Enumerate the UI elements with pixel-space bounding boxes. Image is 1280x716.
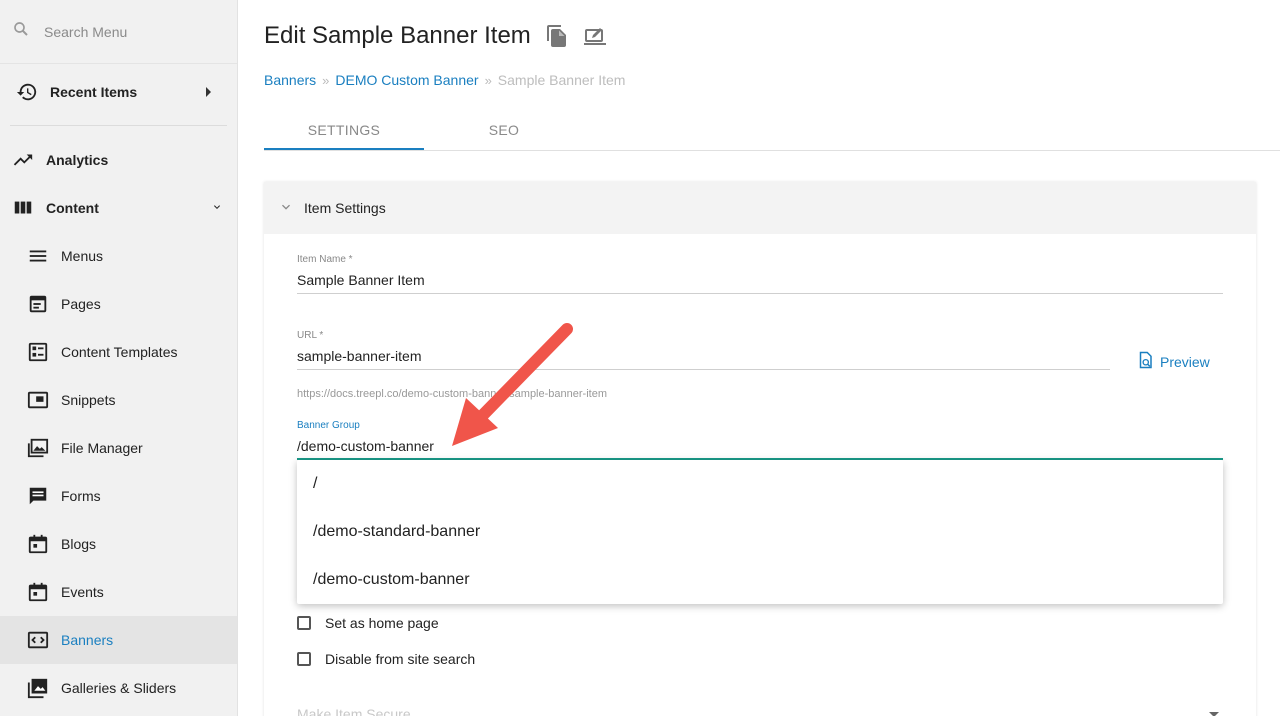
- dropdown-option[interactable]: /: [297, 460, 1223, 508]
- disable-search-label: Disable from site search: [325, 651, 476, 667]
- url-underline: [297, 369, 1110, 370]
- title-row: Edit Sample Banner Item: [264, 22, 607, 50]
- sidebar-item-label: Blogs: [61, 536, 97, 552]
- sidebar-item-events[interactable]: Events: [0, 568, 237, 616]
- sidebar-item-analytics[interactable]: Analytics: [0, 136, 237, 184]
- breadcrumb: Banners » DEMO Custom Banner » Sample Ba…: [264, 72, 625, 88]
- image-folder-icon: [27, 437, 49, 459]
- breadcrumb-banners[interactable]: Banners: [264, 72, 316, 88]
- url-field[interactable]: sample-banner-item: [297, 348, 422, 364]
- item-name-underline: [297, 293, 1223, 294]
- sidebar-item-label: Galleries & Sliders: [61, 680, 177, 696]
- recent-items-label: Recent Items: [50, 84, 138, 100]
- disable-search-row[interactable]: Disable from site search: [297, 651, 475, 667]
- copy-icon[interactable]: [545, 24, 569, 48]
- chat-form-icon: [27, 485, 49, 507]
- item-name-label: Item Name *: [297, 254, 353, 265]
- sidebar-item-menus[interactable]: Menus: [0, 232, 237, 280]
- make-item-secure-select[interactable]: Make Item Secure: [297, 706, 411, 716]
- sidebar-item-pages[interactable]: Pages: [0, 280, 237, 328]
- search-input[interactable]: [44, 23, 214, 40]
- dropdown-arrow-icon: [1209, 712, 1219, 716]
- sidebar-item-label: File Manager: [61, 440, 143, 456]
- chevron-down-icon: [278, 199, 294, 218]
- columns-icon: [12, 197, 34, 219]
- sidebar-item-blogs[interactable]: Blogs: [0, 520, 237, 568]
- page-title: Edit Sample Banner Item: [264, 22, 531, 49]
- preview-button[interactable]: Preview: [1136, 351, 1210, 372]
- sidebar: Recent Items Analytics Content Menus Pag…: [0, 0, 238, 716]
- sidebar-item-label: Content: [46, 200, 99, 216]
- sidebar-item-label: Menus: [61, 248, 104, 264]
- sidebar-item-label: Events: [61, 584, 104, 600]
- edit-screen-icon[interactable]: [583, 24, 607, 48]
- sidebar-item-label: Snippets: [61, 392, 116, 408]
- sidebar-divider: [10, 125, 227, 126]
- preview-file-icon: [1136, 351, 1154, 372]
- dropdown-option[interactable]: /demo-standard-banner: [297, 508, 1223, 556]
- tab-seo[interactable]: SEO: [424, 108, 584, 150]
- tab-bar: SETTINGS SEO: [264, 108, 1280, 151]
- page-icon: [27, 293, 49, 315]
- sidebar-item-file-manager[interactable]: File Manager: [0, 424, 237, 472]
- sidebar-item-label: Content Templates: [61, 344, 178, 360]
- banner-group-label: Banner Group: [297, 420, 360, 431]
- caret-right-icon: [206, 87, 211, 97]
- main-content: Edit Sample Banner Item Banners » DEMO C…: [239, 0, 1280, 716]
- url-hint: https://docs.treepl.co/demo-custom-banne…: [297, 388, 607, 400]
- sidebar-item-label: Banners: [61, 632, 114, 648]
- chevron-down-icon: [211, 200, 223, 216]
- url-label: URL *: [297, 330, 324, 341]
- home-page-label: Set as home page: [325, 615, 439, 631]
- breadcrumb-demo-custom-banner[interactable]: DEMO Custom Banner: [335, 72, 478, 88]
- search-bar: [0, 0, 237, 64]
- item-settings-card: Item Settings Item Name * Sample Banner …: [264, 182, 1256, 716]
- breadcrumb-separator: »: [484, 72, 492, 88]
- item-name-field[interactable]: Sample Banner Item: [297, 272, 425, 288]
- snippet-icon: [27, 389, 49, 411]
- banner-group-select[interactable]: /demo-custom-banner: [297, 438, 434, 454]
- tab-settings[interactable]: SETTINGS: [264, 108, 424, 150]
- breadcrumb-separator: »: [322, 72, 330, 88]
- menu-lines-icon: [27, 245, 49, 267]
- template-icon: [27, 341, 49, 363]
- sidebar-item-label: Pages: [61, 296, 101, 312]
- sidebar-item-galleries[interactable]: Galleries & Sliders: [0, 664, 237, 712]
- sidebar-item-snippets[interactable]: Snippets: [0, 376, 237, 424]
- disable-search-checkbox[interactable]: [297, 652, 311, 666]
- preview-label: Preview: [1160, 353, 1210, 370]
- calendar-icon: [27, 533, 49, 555]
- banner-group-dropdown: / /demo-standard-banner /demo-custom-ban…: [297, 460, 1223, 604]
- dropdown-option[interactable]: /demo-custom-banner: [297, 556, 1223, 604]
- calendar-icon: [27, 581, 49, 603]
- trending-up-icon: [12, 149, 34, 171]
- home-page-row[interactable]: Set as home page: [297, 615, 439, 631]
- gallery-icon: [27, 677, 49, 699]
- sidebar-item-banners[interactable]: Banners: [0, 616, 237, 664]
- recent-items[interactable]: Recent Items: [0, 64, 237, 120]
- breadcrumb-current: Sample Banner Item: [497, 72, 626, 88]
- history-icon: [16, 81, 38, 103]
- item-settings-title: Item Settings: [304, 200, 386, 216]
- sidebar-item-content-templates[interactable]: Content Templates: [0, 328, 237, 376]
- sidebar-item-content[interactable]: Content: [0, 184, 237, 232]
- item-settings-header[interactable]: Item Settings: [264, 182, 1256, 234]
- sidebar-item-label: Analytics: [46, 152, 109, 168]
- sidebar-item-forms[interactable]: Forms: [0, 472, 237, 520]
- code-frame-icon: [27, 629, 49, 651]
- search-icon: [12, 20, 30, 43]
- sidebar-item-label: Forms: [61, 488, 101, 504]
- home-page-checkbox[interactable]: [297, 616, 311, 630]
